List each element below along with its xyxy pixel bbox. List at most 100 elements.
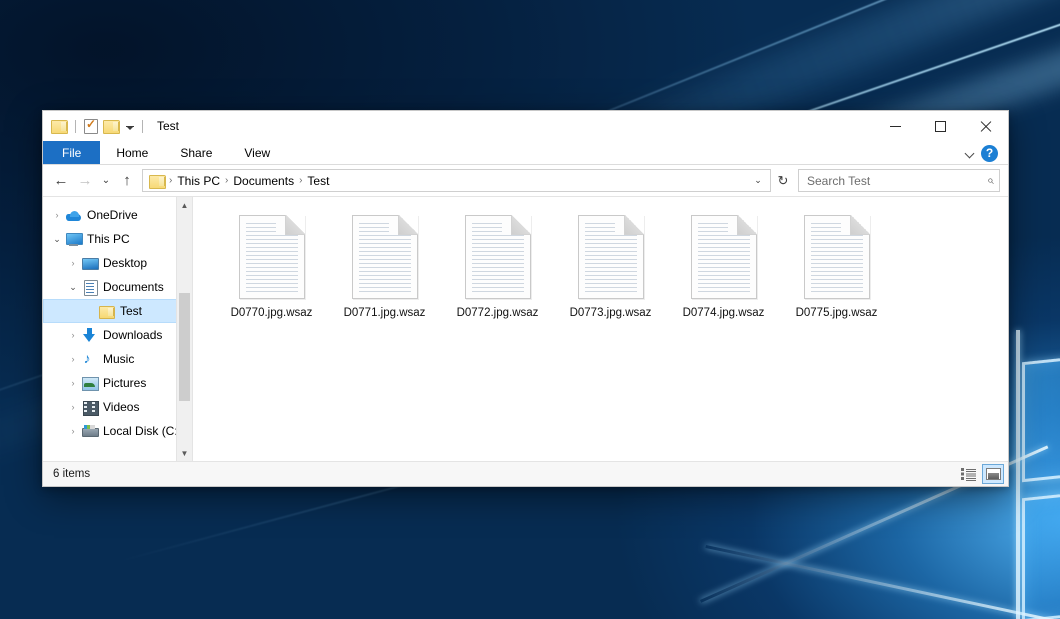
breadcrumb-separator: › (167, 175, 174, 186)
navigation-pane: ›OneDrive ⌄ This PC ›Desktop ⌄ Documents Test ›… (43, 197, 193, 461)
tab-share[interactable]: Share (164, 141, 228, 164)
music-icon-shape: ♪ (84, 352, 96, 366)
file-name-label: D0771.jpg.wsaz (344, 307, 426, 319)
tab-view[interactable]: View (228, 141, 286, 164)
file-item[interactable]: D0772.jpg.wsaz (441, 211, 554, 319)
pictures-icon-shape (82, 377, 97, 389)
sidebar-item-pictures[interactable]: ›Pictures (43, 371, 192, 395)
sidebar-item-videos[interactable]: › Videos (43, 395, 192, 419)
folder-icon-shape (99, 305, 114, 318)
videos-icon-shape (83, 401, 97, 414)
page-fold-corner (511, 215, 531, 235)
details-view-button[interactable] (957, 464, 979, 484)
chevron-right-icon[interactable]: › (49, 210, 65, 220)
sidebar-item-documents[interactable]: ⌄ Documents (43, 275, 192, 299)
search-input[interactable]: Search Test (807, 174, 987, 188)
address-dropdown-icon[interactable]: ⌄ (750, 175, 766, 186)
music-icon: ♪ (81, 352, 98, 366)
scrollbar-thumb[interactable] (179, 293, 190, 401)
tab-home[interactable]: Home (100, 141, 164, 164)
sidebar-item-local-disk-c[interactable]: › Local Disk (C:) (43, 419, 192, 443)
sidebar-item-this-pc[interactable]: ⌄ This PC (43, 227, 192, 251)
file-icon-wrapper (576, 213, 646, 301)
sidebar-item-onedrive[interactable]: ›OneDrive (43, 203, 192, 227)
properties-icon[interactable] (84, 119, 98, 134)
file-icon-wrapper (237, 213, 307, 301)
sidebar-item-label: Test (115, 304, 142, 318)
status-bar: 6 items (43, 461, 1008, 486)
maximize-icon (935, 121, 946, 132)
chevron-down-icon[interactable]: ⌄ (65, 282, 81, 293)
windows-logo-pane (1022, 350, 1060, 482)
file-icon-wrapper (463, 213, 533, 301)
tab-file[interactable]: File (43, 141, 100, 164)
page-fold-corner (624, 215, 644, 235)
file-item[interactable]: D0774.jpg.wsaz (667, 211, 780, 319)
sidebar-item-label: Downloads (98, 328, 162, 342)
chevron-down-icon[interactable] (966, 149, 975, 158)
close-icon (979, 120, 992, 133)
onedrive-icon-shape (66, 210, 81, 221)
sidebar-item-label: Local Disk (C:) (98, 424, 182, 438)
large-icons-view-button[interactable] (982, 464, 1004, 484)
chevron-down-icon[interactable]: ⌄ (49, 234, 65, 245)
close-button[interactable] (963, 111, 1008, 141)
breadcrumb-test[interactable]: Test (304, 174, 332, 188)
file-item[interactable]: D0771.jpg.wsaz (328, 211, 441, 319)
minimize-button[interactable] (873, 111, 918, 141)
chevron-right-icon[interactable]: › (65, 330, 81, 340)
sidebar-item-label: Videos (98, 400, 139, 414)
file-item[interactable]: D0773.jpg.wsaz (554, 211, 667, 319)
refresh-button[interactable]: ↻ (772, 169, 794, 192)
downloads-icon-shape (83, 328, 96, 342)
maximize-button[interactable] (918, 111, 963, 141)
navigation-tree: ›OneDrive ⌄ This PC ›Desktop ⌄ Documents Test ›… (43, 197, 192, 443)
recent-locations-button[interactable]: ⌄ (97, 169, 115, 193)
sidebar-item-downloads[interactable]: › Downloads (43, 323, 192, 347)
chevron-right-icon[interactable]: › (65, 354, 81, 364)
search-icon: ⌕ (987, 173, 994, 188)
address-bar-row: ← → ⌄ ↑ › This PC › Documents › Test ⌄ ↻… (43, 165, 1008, 196)
address-bar[interactable]: › This PC › Documents › Test ⌄ (142, 169, 771, 192)
chevron-right-icon[interactable]: › (65, 426, 81, 436)
help-icon[interactable]: ? (981, 145, 998, 162)
file-explorer-window: Test File Home Share View ? ← → ⌄ ↑ (42, 110, 1009, 487)
sidebar-item-test[interactable]: Test (43, 299, 192, 323)
chevron-right-icon[interactable]: › (65, 402, 81, 412)
windows-logo-pane (1022, 486, 1060, 619)
sidebar-item-label: Documents (98, 280, 164, 294)
chevron-right-icon[interactable]: › (65, 378, 81, 388)
disk-icon-shape (82, 425, 97, 437)
customize-quick-access-icon[interactable] (126, 126, 134, 130)
minimize-icon (890, 126, 901, 127)
view-buttons (957, 464, 1004, 484)
search-box[interactable]: Search Test ⌕ (798, 169, 1000, 192)
forward-button[interactable]: → (73, 169, 97, 193)
file-name-label: D0770.jpg.wsaz (231, 307, 313, 319)
scroll-up-icon[interactable]: ▲ (177, 197, 192, 213)
sidebar-item-desktop[interactable]: ›Desktop (43, 251, 192, 275)
up-button[interactable]: ↑ (115, 169, 139, 193)
generic-document-icon (352, 215, 418, 299)
breadcrumb-this-pc[interactable]: This PC (174, 174, 223, 188)
this-pc-icon-shape (66, 233, 81, 246)
navigation-scrollbar[interactable]: ▲ ▼ (176, 197, 192, 461)
details-view-icon (961, 468, 976, 480)
desktop-icon (81, 257, 98, 269)
sidebar-item-label: This PC (82, 232, 130, 246)
file-item[interactable]: D0770.jpg.wsaz (215, 211, 328, 319)
breadcrumb-documents[interactable]: Documents (230, 174, 297, 188)
window-title: Test (157, 119, 179, 133)
folder-icon[interactable] (51, 119, 67, 133)
large-icons-view-icon (986, 468, 1001, 480)
file-list-pane[interactable]: D0770.jpg.wsaz D0771.jpg.wsaz D0772.jpg.ws… (193, 197, 1008, 461)
file-name-label: D0775.jpg.wsaz (796, 307, 878, 319)
scroll-down-icon[interactable]: ▼ (177, 445, 192, 461)
file-item[interactable]: D0775.jpg.wsaz (780, 211, 893, 319)
new-folder-icon[interactable] (103, 119, 119, 133)
quick-access-toolbar (51, 111, 146, 141)
breadcrumb-separator: › (297, 175, 304, 186)
sidebar-item-music[interactable]: ›♪Music (43, 347, 192, 371)
chevron-right-icon[interactable]: › (65, 258, 81, 268)
back-button[interactable]: ← (49, 169, 73, 193)
